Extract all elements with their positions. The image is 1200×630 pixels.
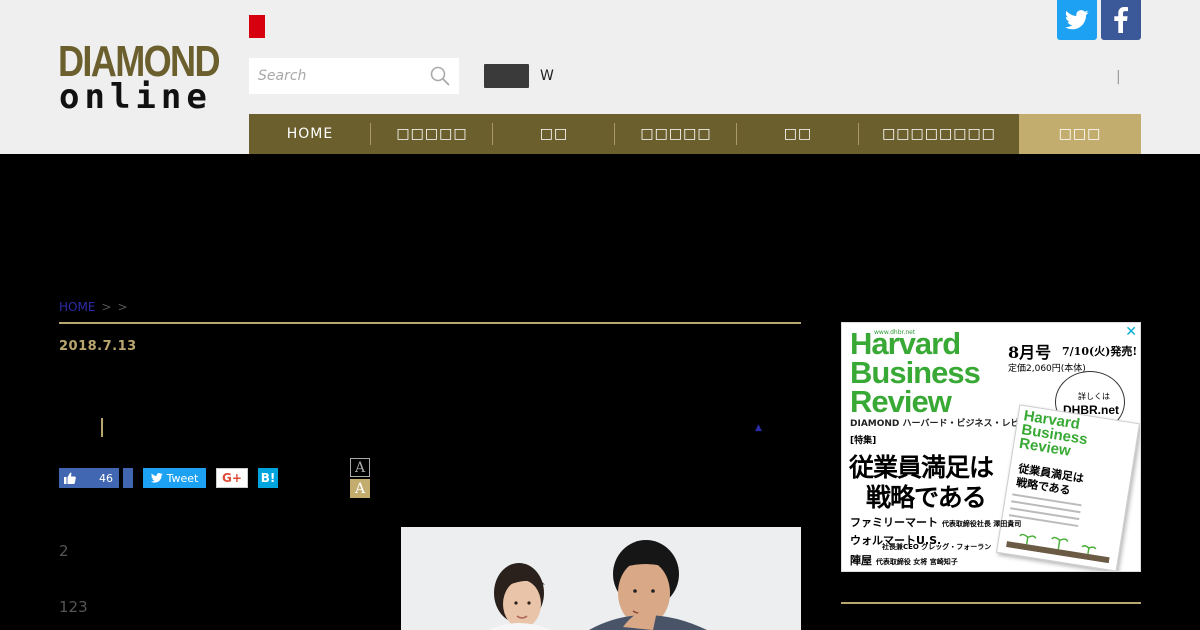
font-size-small-button[interactable]: A: [350, 458, 370, 477]
ad-price: 定価2,060円(本体): [1008, 364, 1086, 374]
facebook-icon: [1114, 7, 1128, 33]
ad-interview: 陣屋 代表取締役 女将 宮崎知子: [850, 552, 958, 568]
ad-cover-brand: Harvard Business Review: [1018, 407, 1089, 460]
ad-interview-person: 代表取締役 女将 宮崎知子: [875, 558, 958, 566]
diamond-online-logo[interactable]: DIAMOND online: [58, 37, 222, 117]
google-plus-button[interactable]: G+: [216, 468, 248, 488]
ad-interview: ファミリーマート 代表取締役社長 澤田貴司: [850, 514, 1021, 530]
search-icon[interactable]: [430, 66, 450, 86]
ad-brand-line: Review: [850, 384, 952, 419]
nav-item-3[interactable]: □□: [493, 114, 615, 154]
ad-magazine-cover: Harvard Business Review 従業員満足は 戦略である: [996, 404, 1140, 571]
breadcrumb-separator: >: [101, 300, 112, 314]
article-date: 2018.7.13: [59, 339, 137, 354]
font-size-large-button[interactable]: A: [350, 479, 370, 498]
main-nav: HOME □□□□□ □□ □□□□□ □□ □□□□□□□□ □□□: [249, 114, 1141, 154]
hatena-bookmark-button[interactable]: B!: [258, 468, 278, 488]
google-plus-icon: G+: [222, 471, 242, 485]
article-paragraph: 123: [59, 598, 88, 616]
like-count: 46: [99, 471, 113, 485]
nav-item-5[interactable]: □□: [737, 114, 859, 154]
sidebar-rule: [841, 602, 1141, 604]
ad-release-date: 7/10(火)発売!: [1062, 345, 1138, 358]
sprout-icon: [1006, 533, 1110, 564]
ad-brand-line: Business: [850, 355, 981, 390]
nav-item-4[interactable]: □□□□□: [615, 114, 737, 154]
ad-interview-person: 代表取締役社長 澤田貴司: [941, 520, 1022, 528]
logo-line-online: online: [59, 77, 212, 117]
ad-interview-person: 社長兼CEO グレッグ・フォーラン: [882, 543, 992, 551]
site-header: DIAMOND online W | HOME □□□□□ □□ □□□□□ □…: [0, 0, 1200, 154]
breadcrumb-separator: >: [117, 300, 128, 314]
dark-toggle-button[interactable]: [484, 64, 529, 88]
w-label: W: [540, 68, 554, 84]
thumbs-up-icon: [64, 472, 76, 484]
ad-issue: 8月号: [1008, 343, 1052, 362]
facebook-header-button[interactable]: [1101, 0, 1141, 40]
twitter-icon: [150, 473, 163, 483]
ad-interview-company: ファミリーマート: [850, 516, 938, 529]
hbr-advertisement[interactable]: www.dhbr.net ✕ Harvard Business Review D…: [841, 322, 1141, 572]
nav-item-active[interactable]: □□□: [1019, 114, 1141, 154]
triangle-up-icon[interactable]: ▲: [755, 423, 762, 433]
nav-home[interactable]: HOME: [249, 114, 371, 154]
hatena-icon: B!: [260, 471, 276, 485]
ad-detail-label: 詳しくは: [1078, 392, 1110, 401]
facebook-share-button[interactable]: [123, 468, 133, 488]
article-photo: [401, 527, 801, 630]
twitter-icon: [1065, 10, 1089, 30]
nav-item-6[interactable]: □□□□□□□□: [859, 114, 1019, 154]
search-box: [249, 58, 459, 94]
search-input[interactable]: [249, 58, 429, 94]
article-top-rule: [59, 322, 801, 324]
title-accent-bar: [101, 418, 103, 437]
nav-item-2[interactable]: □□□□□: [371, 114, 493, 154]
logo-line-diamond: DIAMOND: [58, 37, 221, 86]
breadcrumb: HOME > >: [59, 300, 128, 314]
article-paragraph: 2: [59, 542, 69, 560]
header-divider: |: [1116, 69, 1121, 85]
tweet-button[interactable]: Tweet: [143, 468, 206, 488]
ad-subtitle: DIAMOND ハーバード・ビジネス・レビュー: [850, 419, 1038, 429]
breadcrumb-home-link[interactable]: HOME: [59, 300, 95, 314]
ad-brand-line: Harvard: [850, 326, 961, 361]
ad-feature-tag: [特集]: [850, 436, 877, 446]
facebook-like-button[interactable]: 46: [59, 468, 119, 488]
ad-headline: 戦略である: [866, 483, 987, 512]
ad-brand: Harvard Business Review: [850, 326, 981, 419]
twitter-header-button[interactable]: [1057, 0, 1097, 40]
close-icon[interactable]: ✕: [1125, 324, 1137, 340]
red-badge: [249, 15, 265, 38]
ad-interview-company: 陣屋: [850, 554, 872, 567]
ad-cover-headline: 従業員満足は 戦略である: [1015, 462, 1085, 498]
tweet-label: Tweet: [166, 471, 199, 485]
